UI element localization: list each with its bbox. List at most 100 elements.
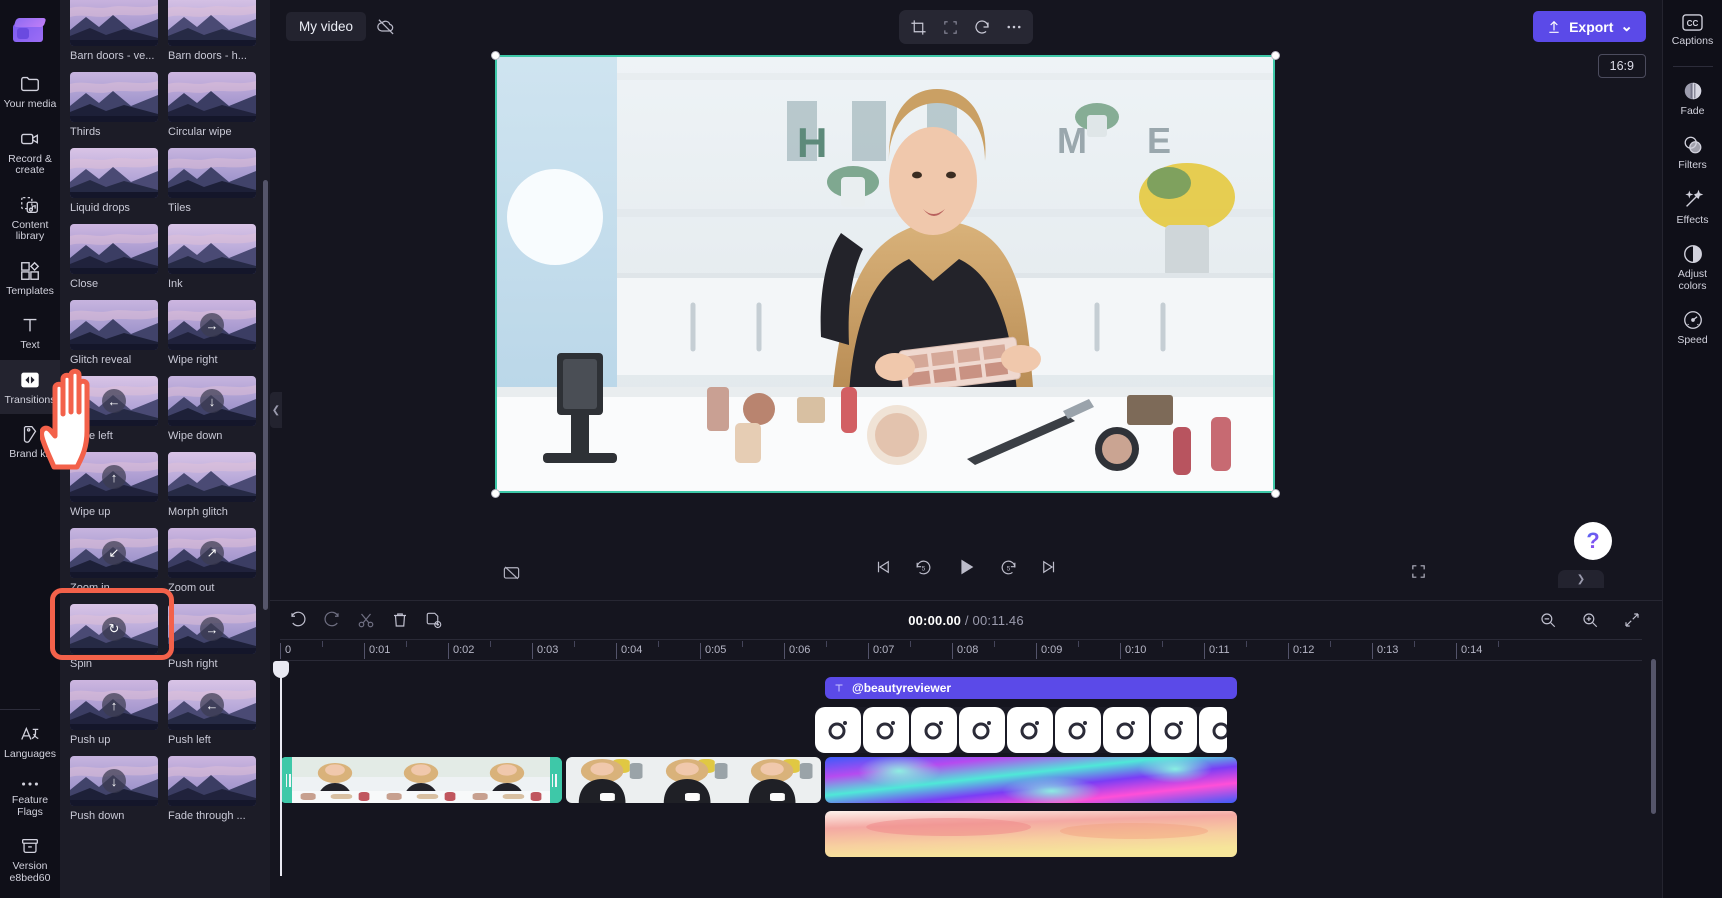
video-preview[interactable]: H M E <box>495 55 1275 493</box>
rewind-5s-button[interactable]: 5 <box>914 558 933 577</box>
timeline-scrollbar[interactable] <box>1651 659 1656 814</box>
transition-tile[interactable]: Glitch reveal <box>70 300 158 366</box>
preview-overlay[interactable] <box>497 57 1273 491</box>
transition-tile[interactable]: Tiles <box>168 148 256 214</box>
sidebar-item-feature-flags[interactable]: Feature Flags <box>0 768 60 826</box>
forward-5s-button[interactable]: 5 <box>999 558 1018 577</box>
clip-trim-handle-right[interactable] <box>549 769 559 791</box>
rotate-icon[interactable] <box>967 13 997 41</box>
sidebar-item-transitions[interactable]: Transitions <box>0 359 60 414</box>
transition-thumbnail[interactable] <box>168 72 256 122</box>
crop-icon[interactable] <box>903 13 933 41</box>
resize-handle-tl[interactable] <box>491 51 500 60</box>
transition-tile[interactable]: ↗ Zoom out <box>168 528 256 594</box>
sidebar-item-brand-kit[interactable]: Brand kit <box>0 414 60 469</box>
export-button[interactable]: Export ⌄ <box>1533 11 1646 42</box>
skip-to-start-button[interactable] <box>874 558 892 576</box>
transition-thumbnail[interactable]: ← <box>168 680 256 730</box>
transition-tile[interactable]: ↓ Push down <box>70 756 158 822</box>
timeline-ruler[interactable]: 0 0:01 0:02 0:03 0:04 0:05 0:06 0:07 0:08 0:09 0:1… <box>280 639 1642 661</box>
fit-to-frame-icon[interactable] <box>935 13 965 41</box>
timeline-clip[interactable] <box>825 757 1237 803</box>
sidebar-item-languages[interactable]: Languages <box>0 714 60 769</box>
transition-tile[interactable]: Thirds <box>70 72 158 138</box>
transition-thumbnail[interactable] <box>70 224 158 274</box>
playhead[interactable] <box>273 661 289 876</box>
transition-thumbnail[interactable]: → <box>168 300 256 350</box>
transition-thumbnail[interactable] <box>168 0 256 46</box>
zoom-out-button[interactable] <box>1534 607 1562 633</box>
timeline-clip[interactable] <box>280 757 562 803</box>
duplicate-button[interactable] <box>420 607 448 633</box>
timeline-clip[interactable] <box>566 757 821 803</box>
undo-button[interactable] <box>284 607 312 633</box>
transition-thumbnail[interactable]: ↑ <box>70 452 158 502</box>
transition-tile[interactable]: Liquid drops <box>70 148 158 214</box>
timeline-clip[interactable] <box>825 811 1237 857</box>
sidebar-item-your-media[interactable]: Your media <box>0 64 60 119</box>
transition-thumbnail[interactable] <box>70 148 158 198</box>
transition-thumbnail[interactable] <box>168 148 256 198</box>
fit-timeline-button[interactable] <box>1618 607 1646 633</box>
transition-thumbnail[interactable]: ↓ <box>168 376 256 426</box>
transition-thumbnail[interactable]: ← <box>70 376 158 426</box>
delete-button[interactable] <box>386 607 414 633</box>
property-item-filters[interactable]: Filters <box>1663 125 1722 180</box>
property-item-effects[interactable]: Effects <box>1663 180 1722 235</box>
zoom-in-button[interactable] <box>1576 607 1604 633</box>
property-item-speed[interactable]: Speed <box>1663 300 1722 355</box>
transition-thumbnail[interactable] <box>168 452 256 502</box>
timeline-clip[interactable] <box>815 707 1227 753</box>
transition-thumbnail[interactable] <box>70 72 158 122</box>
clip-trim-handle-left[interactable] <box>283 769 293 791</box>
property-item-fade[interactable]: Fade <box>1663 71 1722 126</box>
timeline-clip[interactable]: @beautyreviewer <box>825 677 1237 699</box>
property-item-captions[interactable]: CC Captions <box>1663 4 1722 56</box>
transition-tile[interactable]: ↙ Zoom in <box>70 528 158 594</box>
transition-tile[interactable]: Barn doors - h... <box>168 0 256 62</box>
sidebar-item-text[interactable]: Text <box>0 305 60 360</box>
sidebar-item-record-create[interactable]: Record & create <box>0 119 60 185</box>
transition-thumbnail[interactable]: ↗ <box>168 528 256 578</box>
split-button[interactable] <box>352 607 380 633</box>
fullscreen-icon[interactable] <box>1410 563 1427 580</box>
sidebar-item-version[interactable]: Version e8bed60 <box>0 826 60 892</box>
panel-collapse-button[interactable]: ❮ <box>270 392 282 428</box>
resize-handle-br[interactable] <box>1271 489 1280 498</box>
transition-thumbnail[interactable]: ↑ <box>70 680 158 730</box>
transition-thumbnail[interactable] <box>70 300 158 350</box>
transition-thumbnail[interactable]: ↙ <box>70 528 158 578</box>
transition-thumbnail[interactable] <box>168 224 256 274</box>
more-options-icon[interactable] <box>999 13 1029 41</box>
transition-thumbnail[interactable]: ↓ <box>70 756 158 806</box>
project-name-button[interactable]: My video <box>286 11 367 41</box>
clipchamp-logo[interactable] <box>11 12 49 50</box>
transition-tile[interactable]: ↑ Wipe up <box>70 452 158 518</box>
transition-tile[interactable]: Morph glitch <box>168 452 256 518</box>
transition-tile[interactable]: ↓ Wipe down <box>168 376 256 442</box>
transition-tile[interactable]: Barn doors - ve... <box>70 0 158 62</box>
skip-to-end-button[interactable] <box>1040 558 1058 576</box>
transition-thumbnail[interactable]: → <box>168 604 256 654</box>
transition-tile[interactable]: ← Push left <box>168 680 256 746</box>
transition-tile[interactable]: Fade through ... <box>168 756 256 822</box>
transition-thumbnail[interactable] <box>70 0 158 46</box>
playhead-handle[interactable] <box>273 661 289 678</box>
transition-tile[interactable]: → Wipe right <box>168 300 256 366</box>
transition-tile[interactable]: → Push right <box>168 604 256 670</box>
resize-handle-tr[interactable] <box>1271 51 1280 60</box>
transition-thumbnail[interactable]: ↻ <box>70 604 158 654</box>
cloud-off-icon[interactable] <box>376 16 396 36</box>
sidebar-item-content-library[interactable]: Content library <box>0 185 60 251</box>
transition-tile[interactable]: ← Wipe left <box>70 376 158 442</box>
resize-handle-bl[interactable] <box>491 489 500 498</box>
redo-button[interactable] <box>318 607 346 633</box>
panel-scrollbar[interactable] <box>263 180 268 610</box>
property-item-adjust-colors[interactable]: Adjust colors <box>1663 234 1722 300</box>
transition-tile[interactable]: Ink <box>168 224 256 290</box>
play-button[interactable] <box>955 556 977 578</box>
transition-tile[interactable]: Close <box>70 224 158 290</box>
help-button[interactable]: ? <box>1574 522 1612 560</box>
transition-tile[interactable]: ↻ Spin <box>70 604 158 670</box>
transition-thumbnail[interactable] <box>168 756 256 806</box>
